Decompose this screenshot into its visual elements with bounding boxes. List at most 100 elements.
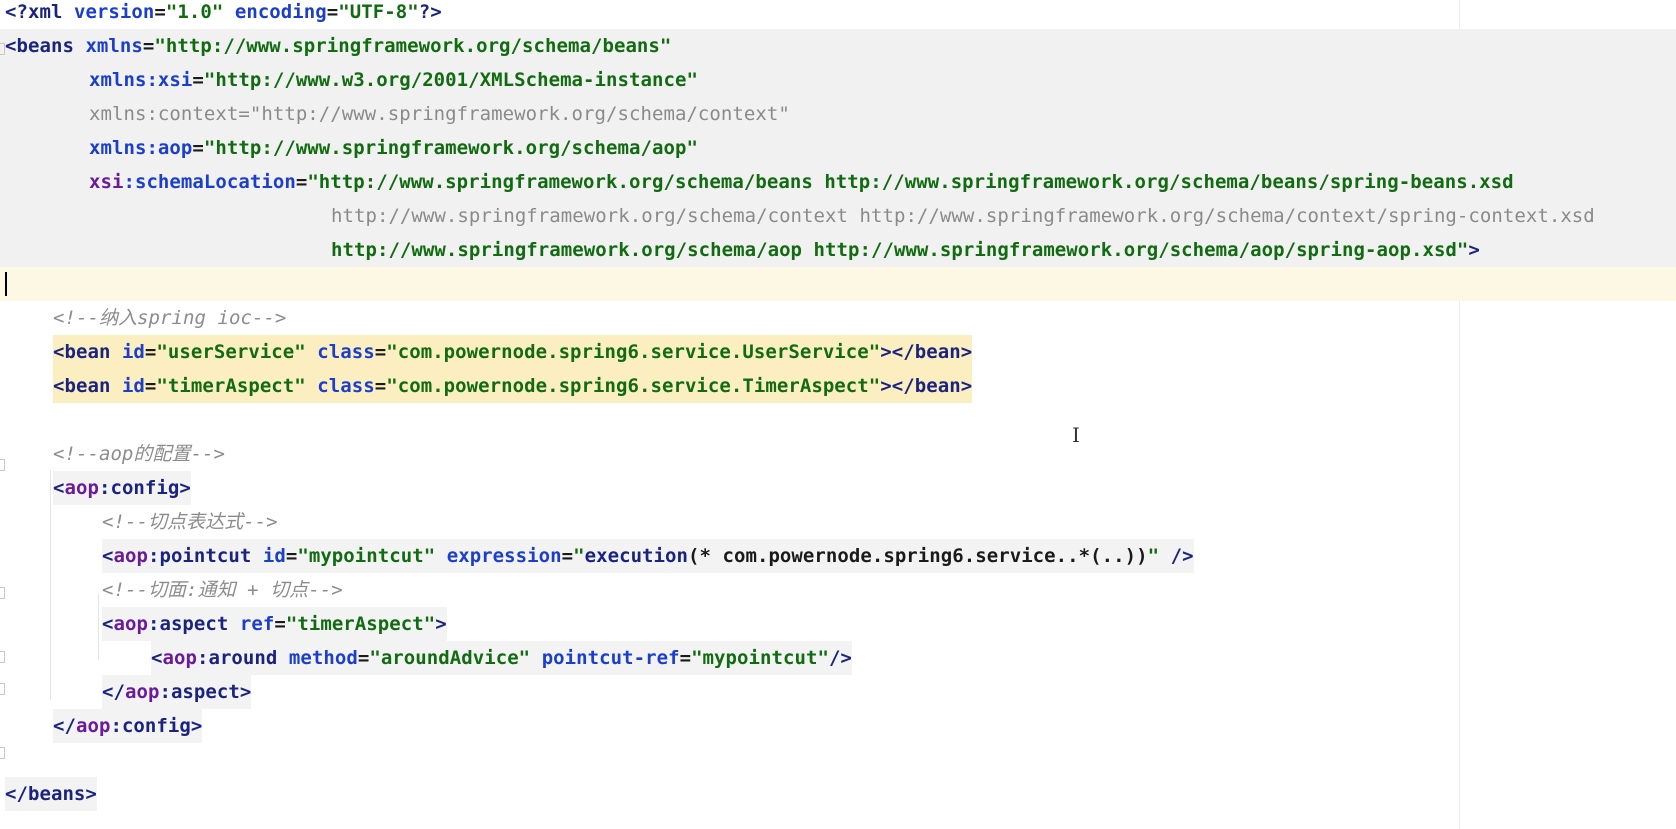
code-token: :schemaLocation [123,171,296,193]
code-token: id [121,375,145,397]
code-line[interactable]: <aop:around method="aroundAdvice" pointc… [0,641,1676,675]
code-token: "http://www.springframework.org/schema/c… [249,103,790,125]
code-line[interactable]: </aop:aspect> [0,675,1676,709]
code-token: :config> [98,477,191,499]
code-editor[interactable]: <?xml version="1.0" encoding="UTF-8"?> <b… [0,0,1676,829]
code-token: = [144,341,157,363]
code-text: http://www.springframework.org/schema/co… [331,199,1595,233]
code-token: <bean [53,375,122,397]
code-text: <aop:pointcut id="mypointcut" expression… [102,539,1194,573]
code-text: <bean id="userService" class="com.powern… [53,335,973,369]
code-token: = [274,613,286,635]
code-text: xmlns:aop="http://www.springframework.or… [89,131,698,165]
code-token: xsi [89,171,124,193]
code-line[interactable]: <!--纳入spring ioc--> [0,301,1676,335]
code-token: "http://www.springframework.org/schema/b… [154,35,672,57]
code-token: "UTF-8" [338,1,419,23]
code-token: " [1147,545,1160,567]
code-token: = [679,647,692,669]
code-token: = [285,545,298,567]
fold-marker-config-end-icon[interactable] [0,683,5,695]
code-line[interactable]: <!--切面:通知 + 切点--> [0,573,1676,607]
code-line[interactable]: <!--切点表达式--> [0,505,1676,539]
code-token: /> [1170,545,1194,567]
code-text: <aop:config> [53,471,191,505]
code-line[interactable]: xmlns:context="http://www.springframewor… [0,97,1676,131]
code-text: xmlns:context="http://www.springframewor… [89,97,790,131]
code-line[interactable]: </aop:config> [0,709,1676,743]
code-token: "com.powernode.spring6.service.TimerAspe… [386,375,881,397]
code-text: <aop:aspect ref="timerAspect"> [102,607,447,641]
code-token: " [573,545,585,567]
code-text: http://www.springframework.org/schema/ao… [331,233,1480,267]
code-line[interactable] [0,743,1676,777]
code-token: /> [828,647,852,669]
code-token: < [151,647,163,669]
code-token: xmlns:aop [89,137,193,159]
code-token: id [262,545,286,567]
fold-marker-beans-icon[interactable] [0,43,5,55]
code-token: id [121,341,145,363]
code-line[interactable]: <bean id="userService" class="com.powern… [0,335,1676,369]
code-line[interactable]: <aop:pointcut id="mypointcut" expression… [0,539,1676,573]
code-token: ref [239,613,275,635]
code-token: "timerAspect" [156,375,306,397]
code-line[interactable]: <aop:aspect ref="timerAspect"> [0,607,1676,641]
code-line[interactable] [0,403,1676,437]
code-token: encoding [234,1,327,23]
code-line[interactable]: </beans> [0,777,1676,811]
code-token: "http://www.w3.org/2001/XMLSchema-instan… [203,69,698,91]
code-token: pointcut-ref [541,647,680,669]
code-token: ?> [418,1,442,23]
code-token: xmlns [85,35,143,57]
code-line[interactable]: xmlns:aop="http://www.springframework.or… [0,131,1676,165]
text-caret [5,272,7,296]
code-token: = [374,341,387,363]
code-token: "http://www.springframework.org/schema/b… [307,171,1514,193]
code-line[interactable] [0,267,1676,301]
code-token: ></bean> [880,341,973,363]
code-line[interactable]: <?xml version="1.0" encoding="UTF-8"?> [0,0,1676,29]
indent-guide [50,470,51,700]
code-line[interactable]: http://www.springframework.org/schema/ao… [0,233,1676,267]
code-token: < [53,477,65,499]
code-token: < [102,545,114,567]
code-line[interactable]: http://www.springframework.org/schema/co… [0,199,1676,233]
code-token: aop [64,477,99,499]
mouse-ibeam-cursor-icon: I [1072,423,1080,447]
code-token: ></bean> [880,375,973,397]
code-line[interactable]: xmlns:xsi="http://www.w3.org/2001/XMLSch… [0,63,1676,97]
fold-marker-aspect-end-icon[interactable] [0,651,5,663]
code-token: http://www.springframework.org/schema/co… [331,205,1595,227]
code-token: <!--aop的配置--> [53,443,226,465]
code-line[interactable]: <aop:config> [0,471,1676,505]
code-token: :pointcut [147,545,263,567]
code-token: method [288,647,358,669]
code-line[interactable]: xsi:schemaLocation="http://www.springfra… [0,165,1676,199]
code-token: "com.powernode.spring6.service.UserServi… [386,341,881,363]
code-text: xsi:schemaLocation="http://www.springfra… [89,165,1514,199]
code-token: aop [75,715,111,737]
code-line[interactable]: <!--aop的配置--> [0,437,1676,471]
code-token: :aspect [147,613,240,635]
code-token: = [357,647,370,669]
code-line[interactable]: <beans xmlns="http://www.springframework… [0,29,1676,63]
code-text: <!--纳入spring ioc--> [53,301,286,335]
code-text: <aop:around method="aroundAdvice" pointc… [151,641,852,675]
fold-marker-config-icon[interactable] [0,459,5,471]
fold-marker-beans-end-icon[interactable] [0,747,5,759]
code-token: class [317,375,375,397]
code-token: "mypointcut" [297,545,436,567]
code-token: <beans [5,35,86,57]
fold-marker-aspect-icon[interactable] [0,587,5,599]
code-line[interactable]: <bean id="timerAspect" class="com.powern… [0,369,1676,403]
code-token: < [102,613,114,635]
code-text: <!--aop的配置--> [53,437,225,471]
code-text: <!--切点表达式--> [102,505,278,539]
code-token: :around [196,647,289,669]
code-token: execution [584,545,689,567]
